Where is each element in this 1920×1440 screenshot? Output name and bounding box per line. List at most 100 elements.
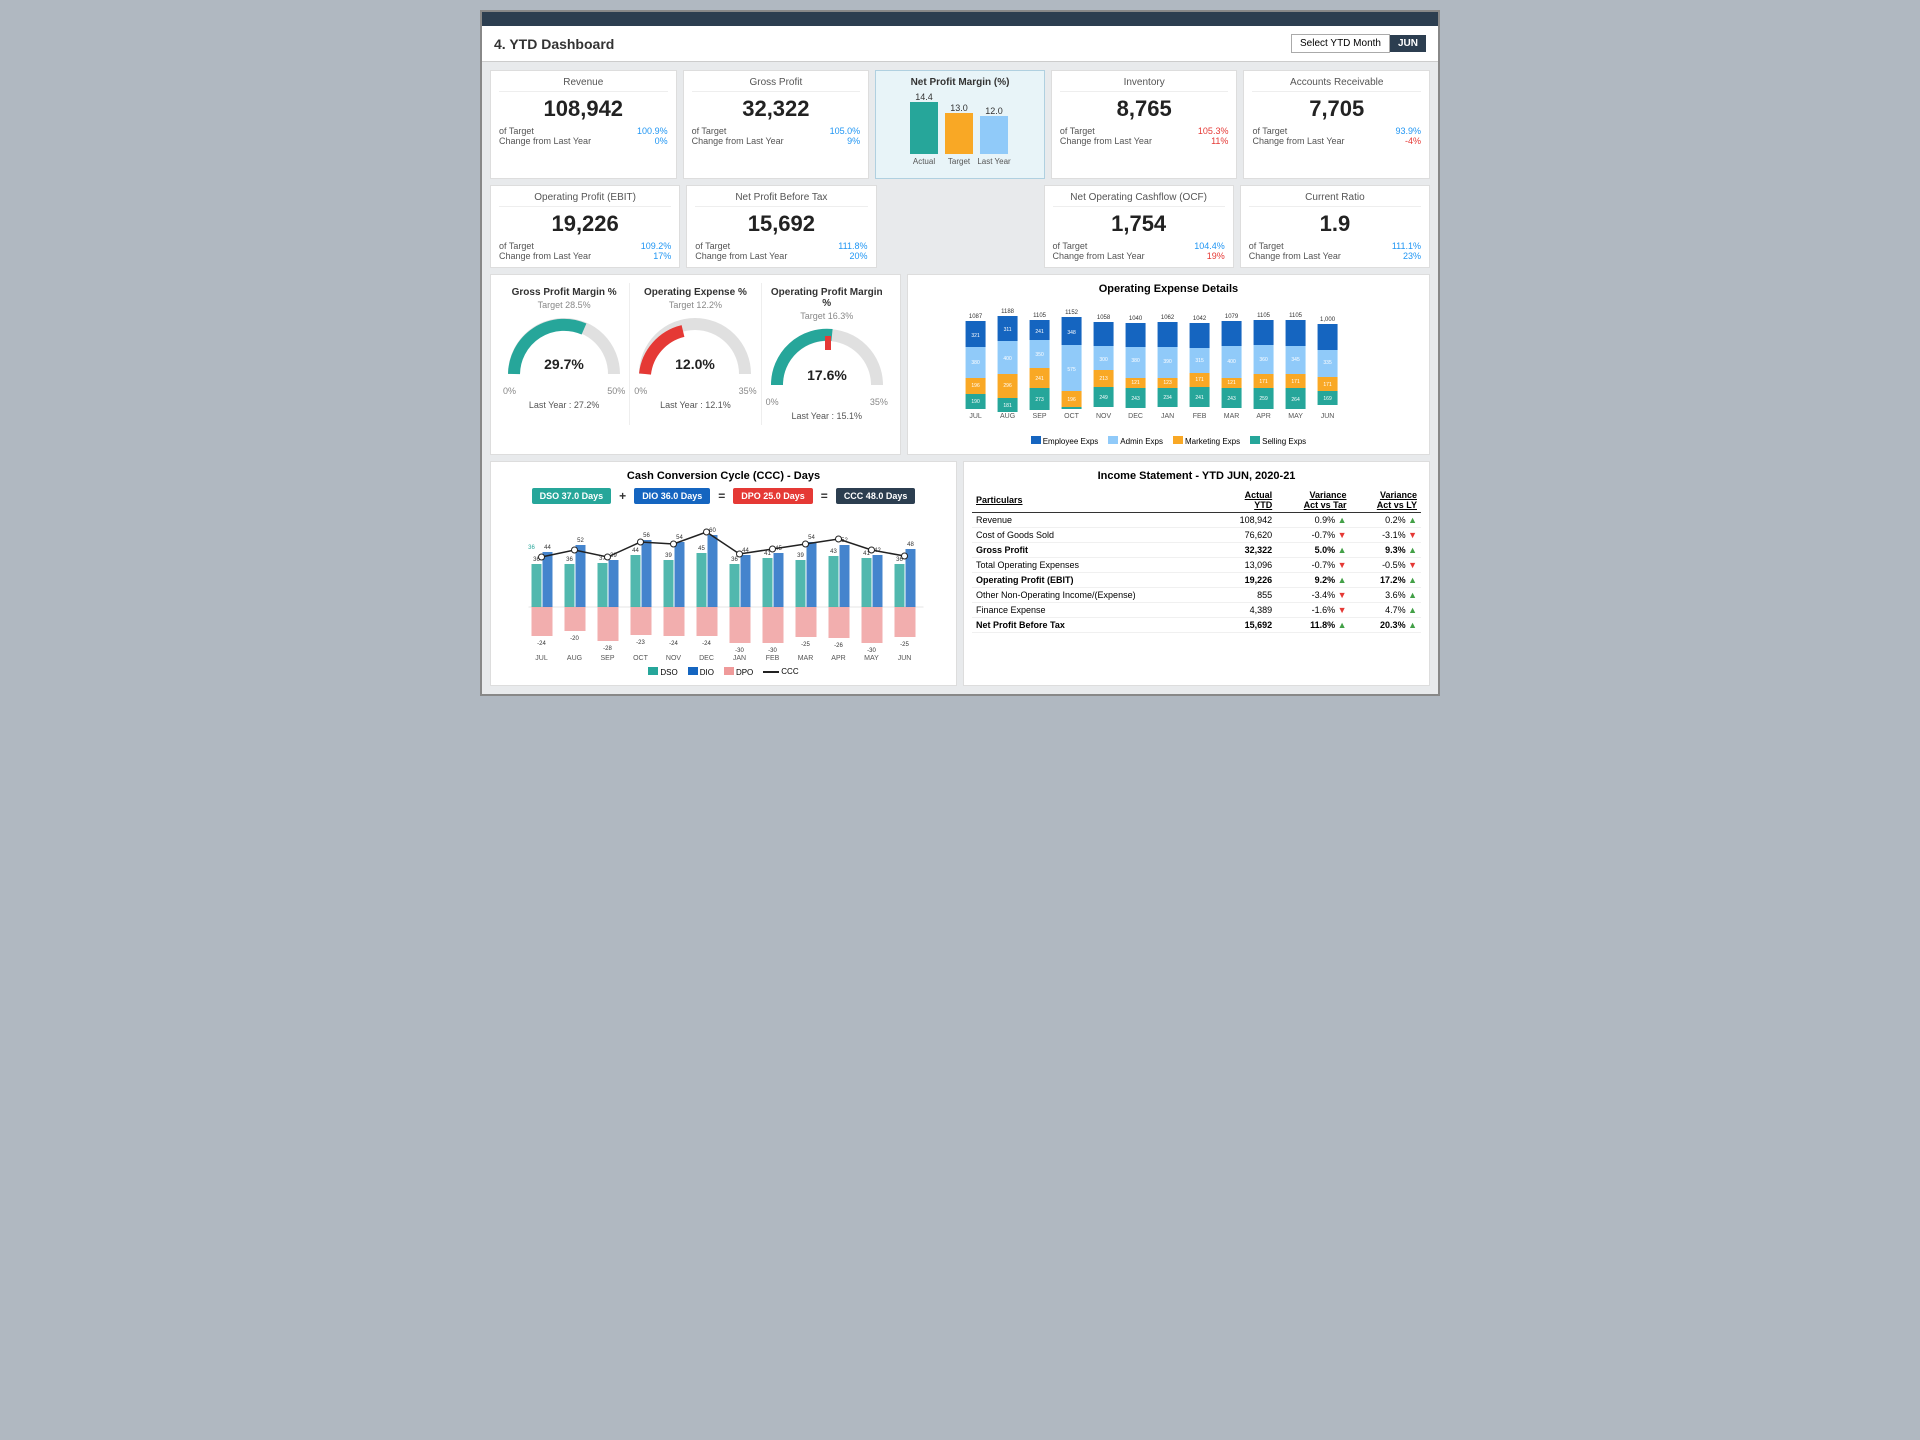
- gauge-container: Gross Profit Margin % Target 28.5% 29.7%…: [490, 274, 901, 455]
- svg-text:1079: 1079: [1225, 314, 1239, 320]
- svg-text:12.0: 12.0: [985, 106, 1003, 116]
- svg-text:311: 311: [1003, 327, 1011, 333]
- gauge-oe-max: 35%: [739, 386, 757, 396]
- dio-badge: DIO 36.0 Days: [634, 488, 710, 504]
- svg-text:MAY: MAY: [864, 655, 879, 662]
- kpi-operating-profit: Operating Profit (EBIT) 19,226 of Target…: [490, 185, 680, 268]
- npm-chart: 14.4 13.0 12.0 Actual Target Last Year: [895, 92, 1025, 172]
- svg-text:348: 348: [1067, 330, 1076, 336]
- gp-change-val: 9%: [847, 136, 860, 146]
- svg-text:Target: Target: [948, 157, 971, 166]
- gauge-oe-footer: Last Year : 12.1%: [660, 400, 731, 410]
- legend-dpo: DPO: [724, 667, 753, 677]
- select-ytd-button[interactable]: Select YTD Month: [1291, 34, 1390, 53]
- svg-text:MAR: MAR: [1224, 413, 1240, 420]
- svg-text:249: 249: [1099, 395, 1108, 401]
- svg-text:-20: -20: [570, 636, 579, 642]
- kpi-ocf-value: 1,754: [1053, 211, 1225, 237]
- svg-text:54: 54: [808, 535, 815, 541]
- op-expense-title: Operating Expense Details: [916, 283, 1421, 295]
- legend-dso: DSO: [648, 667, 677, 677]
- header: 4. YTD Dashboard Select YTD Month JUN: [482, 26, 1438, 62]
- svg-text:JUL: JUL: [535, 655, 548, 662]
- svg-text:390: 390: [1163, 359, 1172, 365]
- svg-text:243: 243: [1227, 396, 1236, 402]
- svg-text:60: 60: [709, 528, 716, 534]
- svg-text:JUN: JUN: [898, 655, 912, 662]
- kpi-net-op-cashflow: Net Operating Cashflow (OCF) 1,754 of Ta…: [1044, 185, 1234, 268]
- gauge-opm-min: 0%: [766, 397, 779, 407]
- revenue-target-label: of Target: [499, 126, 534, 136]
- kpi-ebit-title: Operating Profit (EBIT): [499, 192, 671, 207]
- gauge-opm-max: 35%: [870, 397, 888, 407]
- gauge-oe: Operating Expense % Target 12.2% 12.0% 0…: [629, 283, 760, 425]
- svg-text:APR: APR: [1256, 413, 1270, 420]
- svg-text:1152: 1152: [1065, 310, 1079, 316]
- kpi-row-2: Operating Profit (EBIT) 19,226 of Target…: [490, 185, 1430, 268]
- ocf-target-label: of Target: [1053, 241, 1088, 251]
- svg-text:43: 43: [830, 549, 837, 555]
- svg-text:380: 380: [971, 360, 980, 366]
- month-badge: JUN: [1390, 35, 1426, 52]
- svg-text:1087: 1087: [969, 314, 983, 320]
- ccc-badges: DSO 37.0 Days + DIO 36.0 Days = DPO 25.0…: [499, 488, 948, 504]
- kpi-inventory-title: Inventory: [1060, 77, 1229, 92]
- col-actual-ytd: ActualYTD: [1217, 488, 1276, 513]
- header-controls: Select YTD Month JUN: [1291, 34, 1426, 53]
- inv-target-val: 105.3%: [1198, 126, 1229, 136]
- gauge-opm-title: Operating Profit Margin %: [766, 287, 888, 309]
- svg-text:350: 350: [1035, 352, 1044, 358]
- revenue-change-label: Change from Last Year: [499, 136, 591, 146]
- ocf-change-val: 19%: [1207, 251, 1225, 261]
- svg-text:Actual: Actual: [913, 157, 935, 166]
- svg-text:JUL: JUL: [969, 413, 982, 420]
- svg-text:121: 121: [1131, 380, 1140, 386]
- svg-text:-23: -23: [636, 640, 645, 646]
- legend-employee: Employee Exps: [1031, 436, 1099, 446]
- svg-text:-30: -30: [735, 648, 744, 654]
- kpi-cr-value: 1.9: [1249, 211, 1421, 237]
- svg-text:123: 123: [1163, 380, 1172, 386]
- svg-text:-25: -25: [801, 642, 810, 648]
- svg-text:44: 44: [632, 548, 639, 554]
- gp-change-label: Change from Last Year: [692, 136, 784, 146]
- svg-text:45: 45: [698, 546, 705, 552]
- gauge-gpm-svg: 29.7%: [504, 314, 624, 384]
- svg-text:-24: -24: [537, 641, 546, 647]
- kpi-inventory: Inventory 8,765 of Target 105.3% Change …: [1051, 70, 1238, 179]
- legend-admin: Admin Exps: [1108, 436, 1163, 446]
- svg-text:121: 121: [1227, 380, 1236, 386]
- plus-sign: +: [615, 489, 630, 503]
- svg-text:360: 360: [1259, 357, 1268, 363]
- svg-text:264: 264: [1291, 397, 1300, 403]
- inv-change-label: Change from Last Year: [1060, 136, 1152, 146]
- gauge-gpm-max: 50%: [607, 386, 625, 396]
- svg-text:NOV: NOV: [1096, 413, 1112, 420]
- ebit-change-val: 17%: [653, 251, 671, 261]
- gauge-oe-title: Operating Expense %: [644, 287, 747, 298]
- gauge-gpm-min: 0%: [503, 386, 516, 396]
- svg-text:243: 243: [1131, 396, 1140, 402]
- svg-text:JAN: JAN: [733, 655, 746, 662]
- svg-text:1040: 1040: [1129, 316, 1143, 322]
- npbt-target-label: of Target: [695, 241, 730, 251]
- svg-text:DEC: DEC: [699, 655, 714, 662]
- net-profit-margin-card: Net Profit Margin (%) 14.4 13.0 12.0 Act…: [875, 70, 1045, 179]
- svg-text:36: 36: [731, 557, 738, 563]
- gauge-opm-footer: Last Year : 15.1%: [791, 411, 862, 421]
- svg-text:273: 273: [1035, 397, 1044, 403]
- bottom-row: Cash Conversion Cycle (CCC) - Days DSO 3…: [490, 461, 1430, 686]
- svg-text:1058: 1058: [1097, 315, 1111, 321]
- col-variance-ly: VarianceAct vs LY: [1351, 488, 1421, 513]
- equals-sign: =: [817, 489, 832, 503]
- svg-text:13.0: 13.0: [950, 103, 968, 113]
- kpi-inventory-value: 8,765: [1060, 96, 1229, 122]
- op-expense-chart: 1087 321 380 196 190 JUL 1188: [916, 301, 1421, 431]
- gauge-oe-labels: 0% 35%: [634, 386, 756, 396]
- svg-text:48: 48: [907, 542, 914, 548]
- gauge-oe-svg: 12.0%: [635, 314, 755, 384]
- svg-text:-26: -26: [834, 643, 843, 649]
- cr-change-label: Change from Last Year: [1249, 251, 1341, 261]
- kpi-gross-profit: Gross Profit 32,322 of Target 105.0% Cha…: [683, 70, 870, 179]
- cr-change-val: 23%: [1403, 251, 1421, 261]
